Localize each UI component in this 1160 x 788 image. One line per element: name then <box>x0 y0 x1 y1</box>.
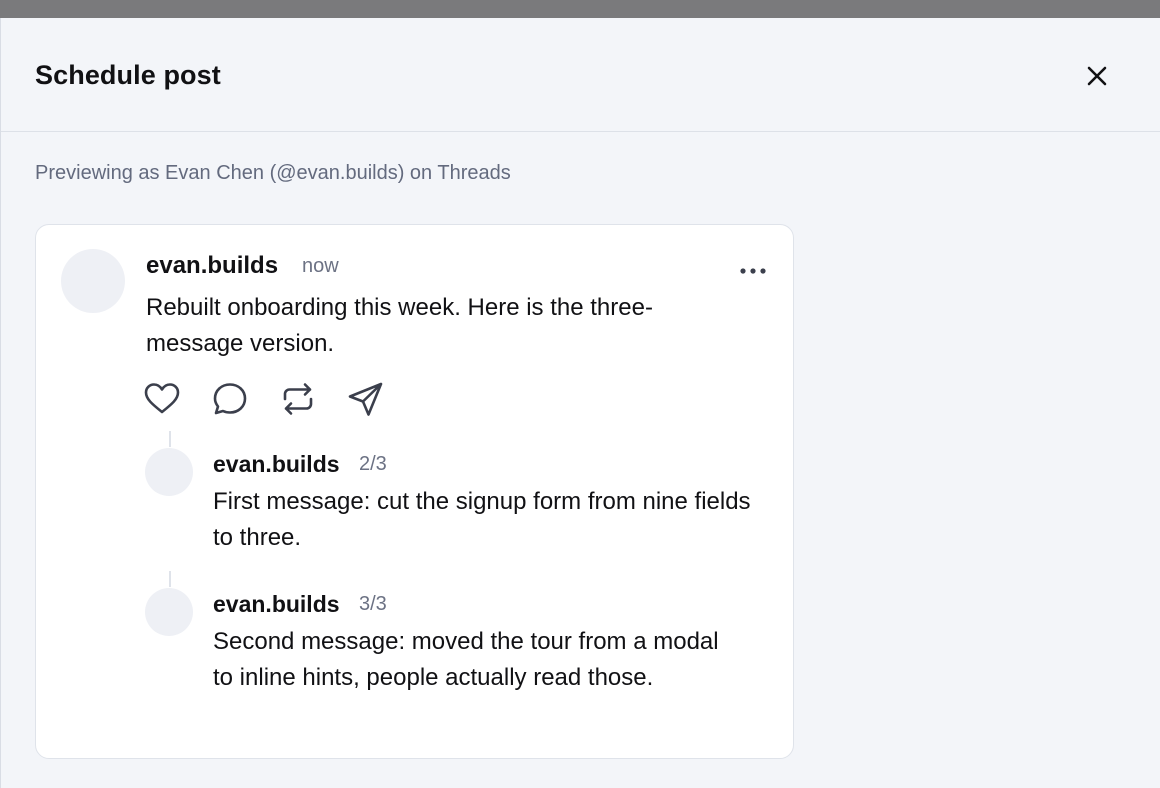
post-text: Rebuilt onboarding this week. Here is th… <box>146 294 653 357</box>
thread-line <box>169 571 171 587</box>
comment-button[interactable] <box>211 380 249 418</box>
repost-icon <box>283 383 313 415</box>
avatar <box>61 249 125 313</box>
comment-icon <box>213 383 247 415</box>
reply-text: First message: cut the signup form from … <box>213 488 751 551</box>
modal-title: Schedule post <box>35 60 221 90</box>
close-icon <box>1087 66 1107 86</box>
share-button[interactable] <box>347 380 385 418</box>
share-icon <box>348 382 383 416</box>
reply-username: evan.builds <box>213 451 340 477</box>
heart-icon <box>144 383 180 414</box>
modal-header: Schedule post <box>1 18 1160 132</box>
reply-counter: 3/3 <box>359 593 387 615</box>
thread-line <box>169 431 171 447</box>
post-timestamp: now <box>302 255 339 277</box>
post-preview-card: evan.builds now Rebuilt onboarding this … <box>35 224 794 759</box>
schedule-post-modal: Schedule post Previewing as Evan Chen (@… <box>0 18 1160 788</box>
like-button[interactable] <box>143 380 181 418</box>
more-options-button[interactable] <box>736 261 770 281</box>
close-button[interactable] <box>1081 60 1113 92</box>
reply-counter: 2/3 <box>359 453 387 475</box>
post-username: evan.builds <box>146 252 279 279</box>
repost-button[interactable] <box>279 380 317 418</box>
more-horizontal-icon <box>740 268 766 274</box>
reply-username: evan.builds <box>213 591 340 617</box>
preview-label: Previewing as Evan Chen (@evan.builds) o… <box>35 162 511 184</box>
reply-text: Second message: moved the tour from a mo… <box>213 628 719 691</box>
reply-avatar <box>145 448 193 496</box>
reply-avatar <box>145 588 193 636</box>
